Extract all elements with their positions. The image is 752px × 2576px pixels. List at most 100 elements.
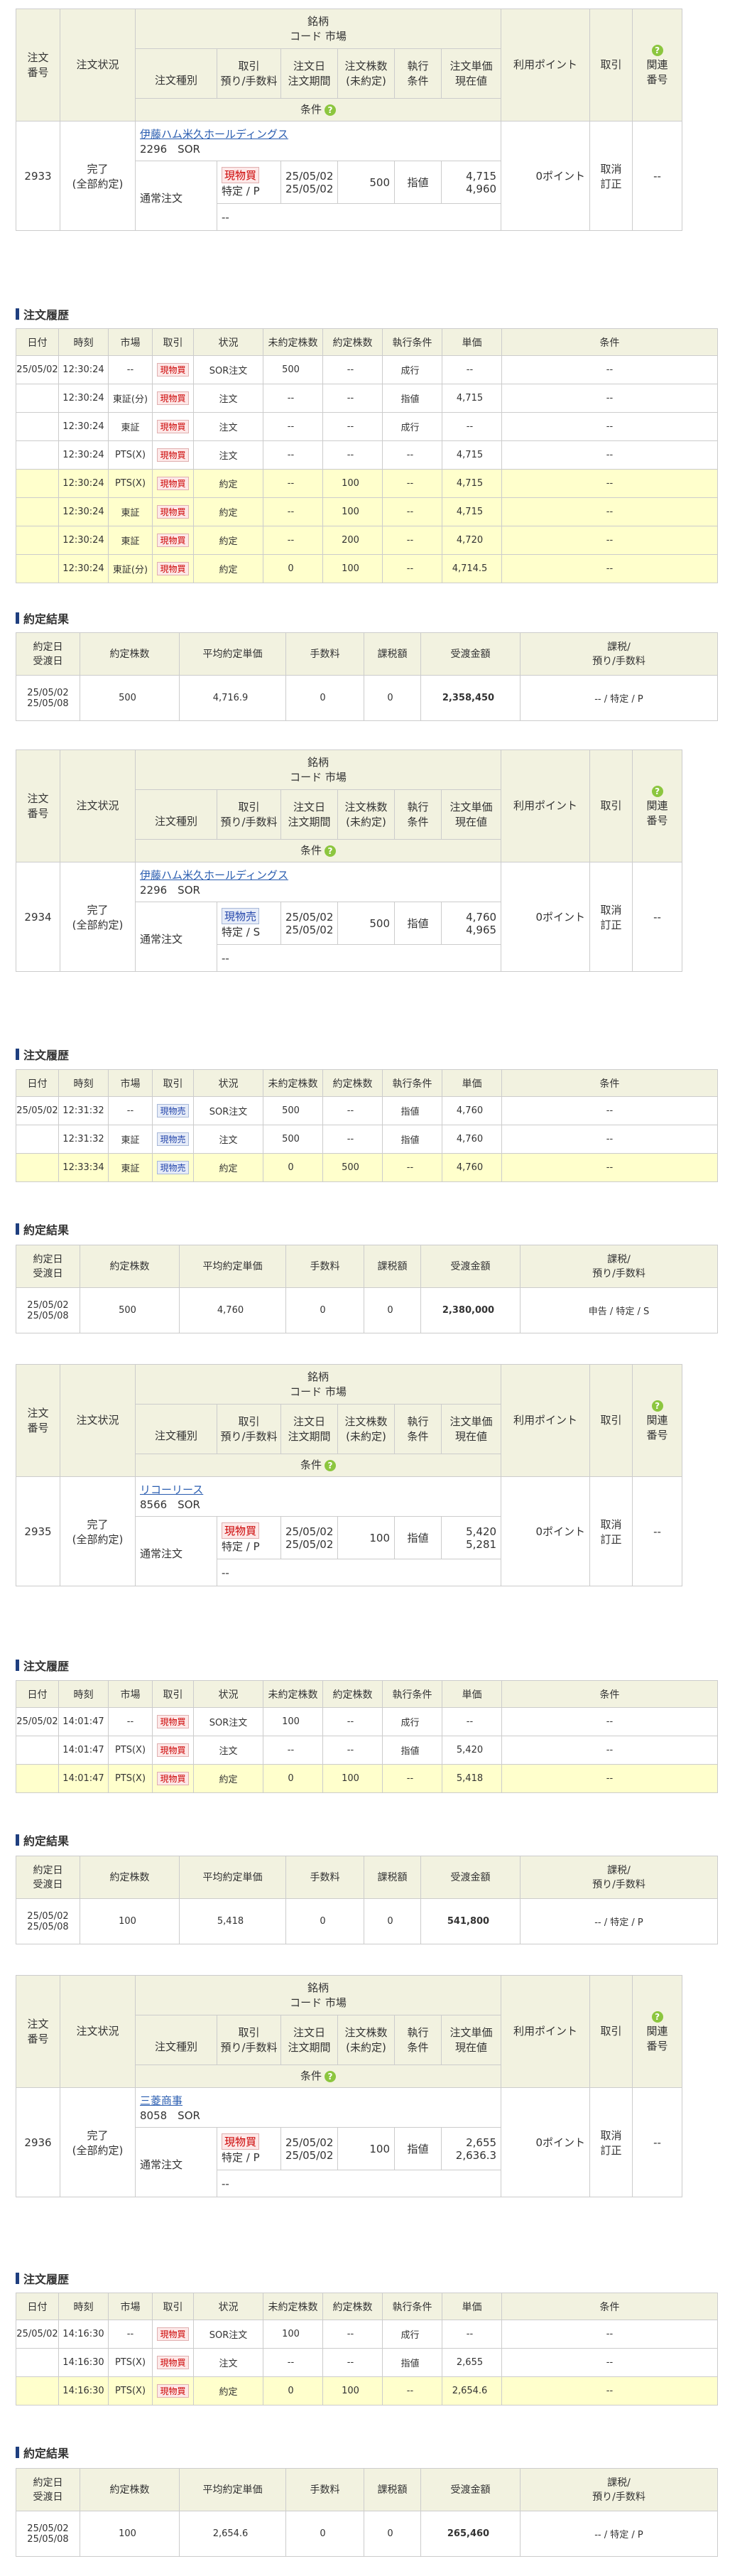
side-badge: 現物買 [157, 534, 189, 547]
header-label: 注文期間 [288, 74, 331, 87]
cancel-link[interactable]: 取消 [590, 1517, 632, 1532]
side-badge: 現物買 [157, 448, 189, 462]
header-label: 注文単価 [449, 1414, 493, 1428]
side-badge: 現物買 [157, 2327, 189, 2341]
trade-date: 25/05/02 [27, 1910, 69, 1922]
history-cell: -- [108, 355, 153, 384]
header-label: 注文株数 [344, 2025, 388, 2039]
result-header: 平均約定単価 [179, 1245, 286, 1288]
action-cell: 取消 訂正 [589, 2087, 633, 2197]
history-cell: 5,420 [442, 1736, 502, 1765]
history-cell: -- [382, 1764, 442, 1793]
history-cell: -- [263, 497, 323, 526]
history-cell: 約定 [193, 554, 263, 583]
col-status: 注文状況 [60, 9, 136, 121]
cancel-link[interactable]: 取消 [590, 161, 632, 176]
history-cell: 東証 [108, 1153, 153, 1182]
col-related: ? 関連 番号 [632, 1975, 683, 2088]
order-status: 完了 (全部約定) [60, 862, 136, 972]
history-header: 時刻 [58, 1069, 109, 1097]
result-cell: -- / 特定 / P [520, 2511, 718, 2557]
modify-link[interactable]: 訂正 [590, 917, 632, 932]
header-label: 関連 [646, 58, 668, 71]
status-text: 完了 [87, 162, 109, 175]
side-badge: 現物買 [157, 2384, 189, 2398]
history-header: 日付 [16, 1069, 59, 1097]
header-label: 銘柄 [307, 1981, 329, 1994]
header-label: 執行 [407, 1414, 429, 1428]
col-jouken: 条件? [134, 98, 502, 121]
history-cell: 指値 [382, 1096, 442, 1125]
col-exec-cond: 執行 条件 [394, 789, 442, 840]
history-cell: -- [501, 384, 718, 413]
history-cell: 指値 [382, 1736, 442, 1765]
help-icon[interactable]: ? [651, 1400, 663, 1412]
account-type: 特定 / P [222, 1539, 260, 1553]
history-cell: -- [501, 2348, 718, 2377]
header-label: 預り/手数料 [220, 815, 278, 828]
history-row: 12:30:24 東証(分) 現物買 注文 -- -- 指値 4,715 -- [16, 384, 718, 413]
action-cell: 取消 訂正 [589, 121, 633, 231]
history-cell: 4,715 [442, 440, 502, 470]
col-meigara: 銘柄 コード 市場 [134, 1364, 502, 1405]
help-icon[interactable]: ? [325, 2071, 337, 2082]
settle-date: 25/05/08 [27, 1921, 69, 1932]
stock-name-link[interactable]: 三菱商事 [140, 2093, 501, 2108]
order-number: 2934 [16, 862, 60, 972]
order-period: 25/05/02 [285, 1537, 334, 1551]
result-cell: 100 [80, 2511, 180, 2557]
history-header: 状況 [193, 1680, 263, 1708]
help-icon[interactable]: ? [651, 45, 663, 56]
result-cell: 541,800 [420, 1898, 521, 1944]
col-order-no: 注文 番号 [16, 749, 60, 862]
cancel-link[interactable]: 取消 [590, 2128, 632, 2143]
side-badge: 現物買 [222, 2133, 260, 2150]
header-label: 銘柄 [307, 1370, 329, 1383]
condition-value: -- [216, 2170, 502, 2197]
result-cell: 0 [285, 2511, 364, 2557]
header-label: 課税/ [607, 641, 631, 653]
header-label: 注文株数 [344, 800, 388, 813]
history-table: 日付 時刻 市場 取引 状況 未約定株数 約定株数 執行条件 単価 条件 25/05/02 12:30… [16, 328, 718, 583]
history-cell: 現物買 [152, 1736, 194, 1765]
history-header: 状況 [193, 1069, 263, 1097]
history-cell: 500 [263, 355, 323, 384]
header-label: 番号 [646, 2040, 668, 2052]
modify-link[interactable]: 訂正 [590, 2143, 632, 2158]
header-label: 執行 [407, 59, 429, 72]
help-icon[interactable]: ? [325, 1460, 337, 1471]
col-shares: 注文株数 (未約定) [337, 1404, 395, 1454]
stock-name-link[interactable]: 伊藤ハム米久ホールディングス [140, 867, 501, 882]
header-label: 課税/ [607, 2477, 631, 2489]
history-header: 執行条件 [382, 2293, 442, 2320]
history-cell: -- [501, 1153, 718, 1182]
section-label: 注文履歴 [23, 308, 70, 322]
order-dates: 25/05/02 25/05/02 [280, 161, 338, 204]
history-cell: 14:16:30 [58, 2320, 109, 2349]
header-label: 注文期間 [288, 2040, 331, 2054]
result-dates: 25/05/02 25/05/08 [16, 1898, 80, 1944]
modify-link[interactable]: 訂正 [590, 1532, 632, 1547]
history-section-title: 注文履歴 [16, 1657, 69, 1674]
stock-cell: 三菱商事 8058 SOR [134, 2087, 502, 2128]
history-header: 未約定株数 [263, 1680, 323, 1708]
help-icon[interactable]: ? [651, 786, 663, 797]
header-label: 条件 [407, 1429, 429, 1443]
history-cell: -- [501, 1764, 718, 1793]
order-date: 25/05/02 [285, 169, 334, 183]
history-cell: 現物買 [152, 497, 194, 526]
exec-value: 指値 [394, 1516, 442, 1559]
modify-link[interactable]: 訂正 [590, 176, 632, 191]
section-marker [16, 1049, 19, 1060]
history-cell [16, 2376, 59, 2405]
order-number: 2935 [16, 1476, 60, 1586]
stock-name-link[interactable]: リコーリース [140, 1482, 501, 1497]
help-icon[interactable]: ? [325, 845, 337, 857]
cancel-link[interactable]: 取消 [590, 902, 632, 917]
stock-name-link[interactable]: 伊藤ハム米久ホールディングス [140, 126, 501, 141]
history-header: 条件 [501, 2293, 718, 2320]
help-icon[interactable]: ? [651, 2011, 663, 2023]
result-cell: 2,654.6 [179, 2511, 286, 2557]
col-meigara: 銘柄 コード 市場 [134, 749, 502, 790]
help-icon[interactable]: ? [325, 104, 337, 116]
